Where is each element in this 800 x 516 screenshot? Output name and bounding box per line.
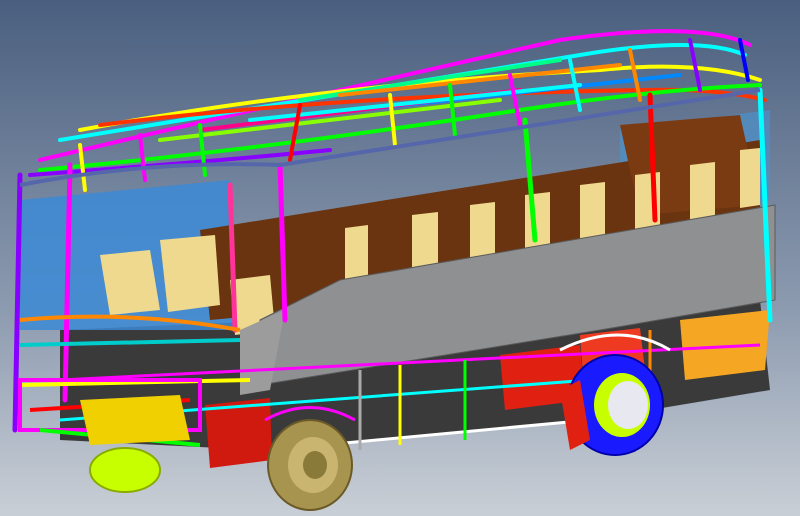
- front-left-wheel: [89, 447, 161, 493]
- 3d-viewport[interactable]: [0, 0, 800, 516]
- front-yellow-panel: [80, 395, 190, 445]
- front-wheel: [267, 419, 353, 511]
- bus-model-render: [0, 0, 800, 516]
